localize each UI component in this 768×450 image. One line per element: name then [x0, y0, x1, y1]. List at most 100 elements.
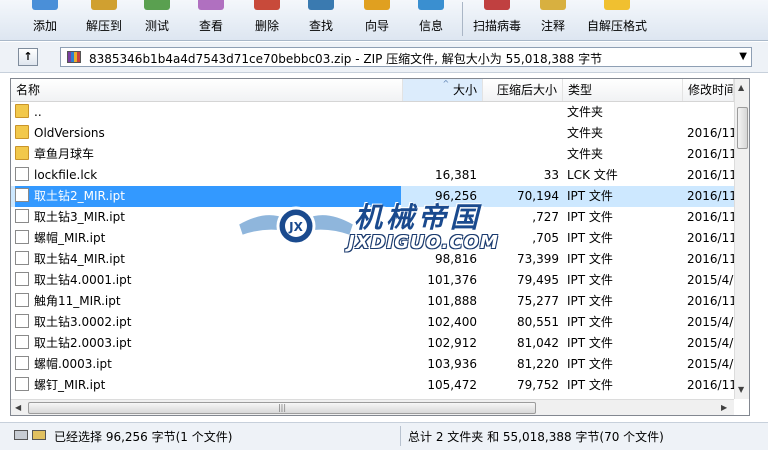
file-type: 文件夹 — [567, 147, 604, 161]
drive-icon — [14, 430, 28, 440]
status-divider — [400, 426, 401, 446]
file-name: lockfile.lck — [34, 168, 98, 182]
path-bar: ↑ 8385346b1b4a4d7543d71ce70bebbc03.zip -… — [0, 42, 768, 73]
file-packed: 73,399 — [517, 252, 559, 266]
table-row[interactable]: 取土钻3.0002.ipt 102,400 80,551 IPT 文件 2015… — [11, 312, 734, 333]
file-type: IPT 文件 — [567, 357, 613, 371]
wizard-button[interactable]: 向导 — [356, 0, 398, 40]
file-modified: 2016/11 — [687, 189, 737, 203]
file-type: IPT 文件 — [567, 210, 613, 224]
table-row-selected[interactable]: 取土钻2_MIR.ipt 96,256 70,194 IPT 文件 2016/1… — [11, 186, 737, 207]
table-row[interactable]: lockfile.lck 16,381 33 LCK 文件 2016/11 — [11, 165, 737, 186]
file-type: 文件夹 — [567, 105, 604, 119]
add-icon — [32, 0, 58, 10]
scan-virus-icon — [484, 0, 510, 10]
view-button[interactable]: 查看 — [190, 0, 232, 40]
find-button[interactable]: 查找 — [300, 0, 342, 40]
file-type: IPT 文件 — [567, 252, 613, 266]
selection-status: 已经选择 96,256 字节(1 个文件) — [54, 430, 233, 444]
file-name: 螺帽_MIR.ipt — [34, 231, 106, 245]
file-modified: 2016/11 — [687, 378, 737, 392]
table-row[interactable]: 取土钻2.0003.ipt 102,912 81,042 IPT 文件 2015… — [11, 333, 734, 354]
file-icon — [15, 293, 29, 307]
file-modified: 2016/11 — [687, 168, 737, 182]
file-type: 文件夹 — [567, 126, 604, 140]
table-row[interactable]: 取土钻4.0001.ipt 101,376 79,495 IPT 文件 2015… — [11, 270, 734, 291]
table-row[interactable]: 取土钻4_MIR.ipt 98,816 73,399 IPT 文件 2016/1… — [11, 249, 737, 270]
archive-path-field[interactable]: 8385346b1b4a4d7543d71ce70bebbc03.zip - Z… — [60, 47, 752, 67]
scroll-left-icon[interactable]: ◀ — [15, 403, 21, 412]
list-header: 名称 ^ 大小 压缩后大小 类型 修改时间 — [11, 79, 734, 102]
scroll-down-icon[interactable]: ▼ — [738, 385, 744, 394]
file-name-cell: 触角11_MIR.ipt — [15, 291, 401, 312]
table-row[interactable]: 螺钉_MIR.ipt 105,472 79,752 IPT 文件 2016/11 — [11, 375, 737, 396]
chevron-down-icon[interactable]: ▼ — [739, 51, 747, 62]
file-icon — [15, 167, 29, 181]
file-list: 名称 ^ 大小 压缩后大小 类型 修改时间 .. 文件夹 OldVersions… — [10, 78, 750, 416]
comment-button[interactable]: 注释 — [532, 0, 574, 40]
scan-virus-label: 扫描病毒 — [472, 19, 521, 33]
file-type: IPT 文件 — [567, 273, 613, 287]
wizard-icon — [364, 0, 390, 10]
file-size: 16,381 — [435, 168, 477, 182]
horizontal-scroll-thumb[interactable]: ||| — [28, 402, 536, 414]
vertical-scrollbar[interactable]: ▲ ▼ — [734, 79, 749, 399]
vertical-scroll-thumb[interactable] — [737, 107, 748, 149]
file-name-cell: 螺帽.0003.ipt — [15, 354, 401, 375]
info-icon — [418, 0, 444, 10]
table-row[interactable]: 章鱼月球车 文件夹 2016/11 — [11, 144, 737, 165]
test-button[interactable]: 测试 — [136, 0, 178, 40]
scan-virus-button[interactable]: 扫描病毒 — [470, 0, 524, 40]
file-packed: 81,220 — [517, 357, 559, 371]
file-packed: ,727 — [532, 210, 559, 224]
file-modified: 2015/4/ — [687, 273, 734, 287]
add-button[interactable]: 添加 — [20, 0, 70, 40]
file-name: 取土钻4_MIR.ipt — [34, 252, 125, 266]
info-label: 信息 — [418, 19, 443, 33]
file-type: LCK 文件 — [567, 168, 618, 182]
file-name-cell: 螺帽_MIR.ipt — [15, 228, 401, 249]
key-icon — [32, 430, 46, 440]
file-icon — [15, 314, 29, 328]
column-header-size[interactable]: ^ 大小 — [403, 79, 483, 101]
file-type: IPT 文件 — [567, 336, 613, 350]
file-size: 101,376 — [427, 273, 477, 287]
file-name-cell: 章鱼月球车 — [15, 144, 401, 165]
file-size: 102,400 — [427, 315, 477, 329]
scroll-up-icon[interactable]: ▲ — [738, 83, 744, 92]
folder-icon — [15, 125, 29, 139]
find-icon — [308, 0, 334, 10]
file-size: 102,912 — [427, 336, 477, 350]
table-row[interactable]: OldVersions 文件夹 2016/11 — [11, 123, 737, 144]
file-name-cell: 取土钻2_MIR.ipt — [15, 186, 401, 207]
column-header-packed[interactable]: 压缩后大小 — [483, 79, 563, 101]
table-row[interactable]: .. 文件夹 — [11, 102, 734, 123]
view-label: 查看 — [198, 19, 223, 33]
file-name-cell: .. — [15, 102, 401, 123]
extract-to-button[interactable]: 解压到 — [76, 0, 132, 40]
delete-button[interactable]: 删除 — [246, 0, 288, 40]
file-icon — [15, 356, 29, 370]
table-row[interactable]: 螺帽_MIR.ipt ,705 IPT 文件 2016/11 — [11, 228, 737, 249]
horizontal-scrollbar[interactable]: ◀ ||| ▶ — [11, 399, 734, 415]
column-header-name[interactable]: 名称 — [11, 79, 403, 101]
file-modified: 2015/4/ — [687, 357, 734, 371]
file-icon — [15, 377, 29, 391]
column-type-label: 类型 — [568, 83, 593, 97]
toolbar: 添加 解压到 测试 查看 删除 查找 向导 信息 扫描病毒 注释 自解压格式 — [0, 0, 768, 41]
table-row[interactable]: 螺帽.0003.ipt 103,936 81,220 IPT 文件 2015/4… — [11, 354, 734, 375]
column-modified-label: 修改时间 — [688, 83, 734, 97]
up-folder-button[interactable]: ↑ — [18, 48, 38, 66]
table-row[interactable]: 取土钻3_MIR.ipt ,727 IPT 文件 2016/11 — [11, 207, 737, 228]
column-header-modified[interactable]: 修改时间 — [683, 79, 734, 101]
test-icon — [144, 0, 170, 10]
column-header-type[interactable]: 类型 — [563, 79, 683, 101]
sfx-button[interactable]: 自解压格式 — [584, 0, 650, 40]
file-name-cell: 取土钻4_MIR.ipt — [15, 249, 401, 270]
scroll-right-icon[interactable]: ▶ — [721, 403, 727, 412]
info-button[interactable]: 信息 — [410, 0, 452, 40]
file-name: 取土钻2_MIR.ipt — [34, 189, 125, 203]
table-row[interactable]: 触角11_MIR.ipt 101,888 75,277 IPT 文件 2016/… — [11, 291, 737, 312]
file-packed: 80,551 — [517, 315, 559, 329]
test-label: 测试 — [144, 19, 169, 33]
